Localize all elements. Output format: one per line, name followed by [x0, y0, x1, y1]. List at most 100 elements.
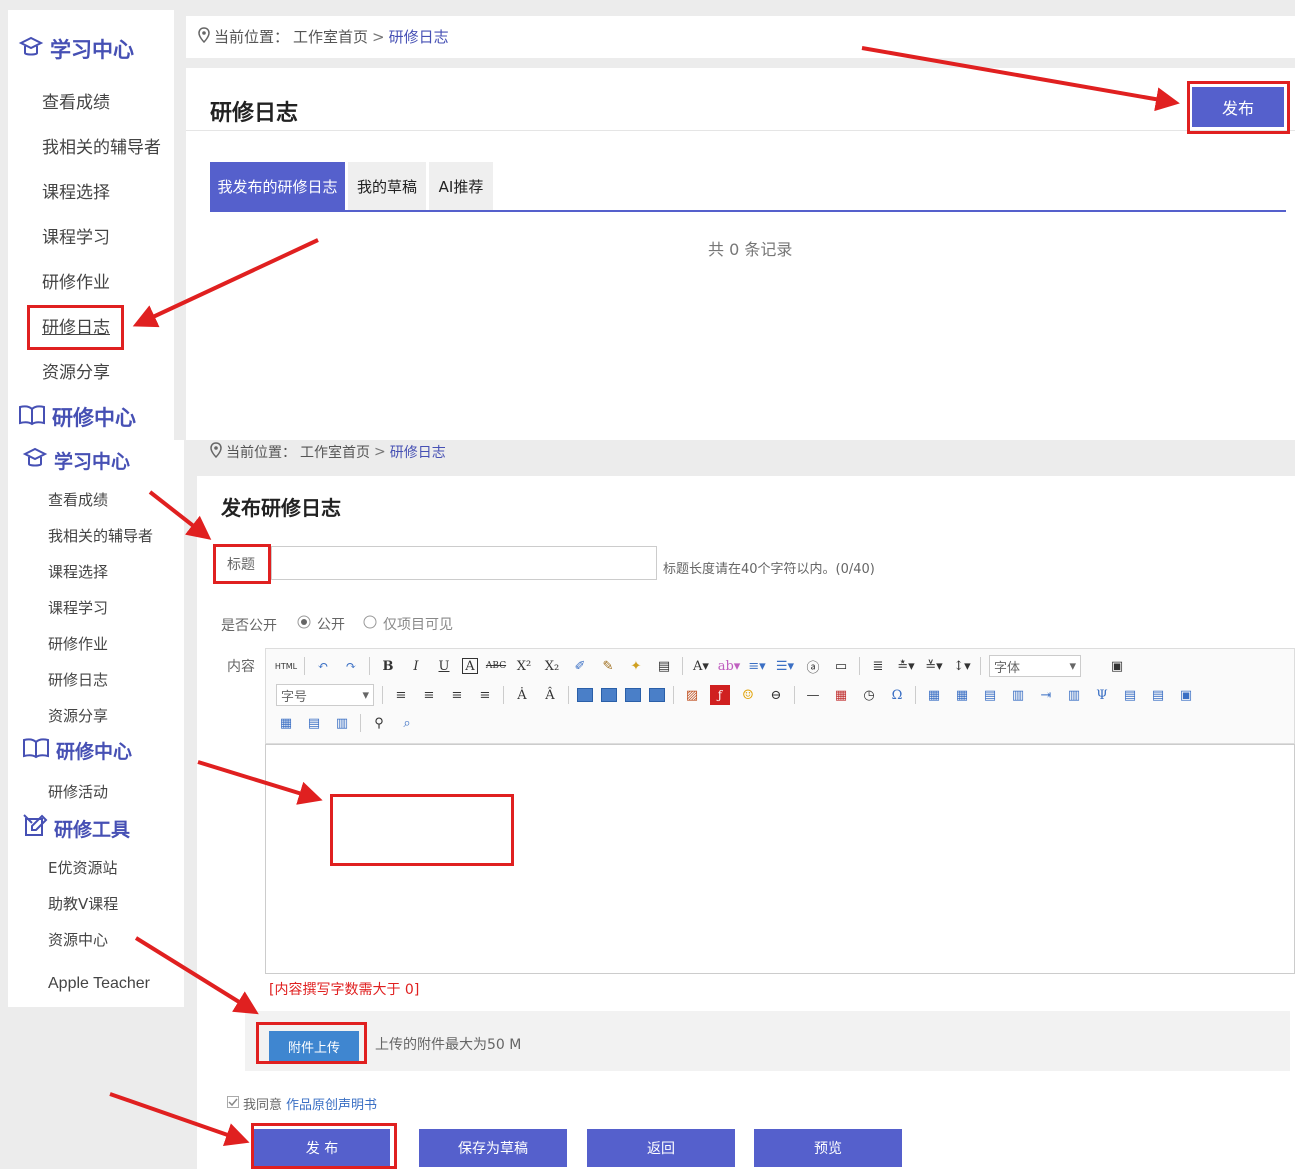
sidebar-item-resource-center[interactable]: 资源中心 [48, 929, 108, 950]
special-char-icon[interactable]: Ω [887, 685, 907, 705]
undo-icon[interactable]: ↶ [313, 656, 333, 676]
breadcrumb-home-link[interactable]: 工作室首页 [300, 442, 370, 462]
originality-statement-link[interactable]: 作品原创声明书 [286, 1094, 377, 1113]
sidebar-section-study[interactable]: 学习中心 [18, 34, 134, 64]
unordered-list-icon[interactable]: ☰▾ [775, 656, 795, 676]
horizontal-rule-icon[interactable]: — [803, 685, 823, 705]
insert-image-icon[interactable]: ▨ [682, 685, 702, 705]
image-left-icon[interactable] [577, 688, 593, 702]
flash-icon[interactable]: ƒ [710, 685, 730, 705]
preview-icon[interactable]: ⌕ [397, 713, 417, 733]
lowercase-icon[interactable]: Â [540, 685, 560, 705]
emoticon-icon[interactable]: ☺ [738, 685, 758, 705]
font-color-icon[interactable]: A▾ [691, 656, 711, 676]
upload-attachment-button[interactable]: 附件上传 [269, 1031, 359, 1061]
superscript-icon[interactable]: X² [514, 656, 534, 676]
sidebar-item-course-study[interactable]: 课程学习 [48, 597, 108, 618]
merge-cells-icon[interactable]: ▤ [1120, 685, 1140, 705]
align-right-icon[interactable]: ≡ [447, 685, 467, 705]
sidebar-item-apple-teacher[interactable]: Apple Teacher [48, 975, 150, 993]
sidebar-item-resource-share[interactable]: 资源分享 [48, 705, 108, 726]
delete-row-icon[interactable]: ▥ [1064, 685, 1084, 705]
line-height-icon[interactable]: ↕▾ [952, 656, 972, 676]
paragraph-spacing-top-icon[interactable]: ≛▾ [896, 656, 916, 676]
strikethrough-icon[interactable]: ABC [486, 656, 506, 676]
anchor-icon[interactable]: ⓐ [803, 656, 823, 676]
eraser-icon[interactable]: ✐ [570, 656, 590, 676]
align-left-icon[interactable]: ≡ [391, 685, 411, 705]
bold-icon[interactable]: B [378, 656, 398, 676]
paste-text-icon[interactable]: ▤ [654, 656, 674, 676]
sidebar-item-assistant-course[interactable]: 助教V课程 [48, 893, 118, 914]
align-justify-icon[interactable]: ≡ [475, 685, 495, 705]
breadcrumb-current[interactable]: 研修日志 [389, 26, 449, 47]
sidebar-item-journal[interactable]: 研修日志 [42, 313, 110, 338]
ordered-list-icon[interactable]: ≡▾ [747, 656, 767, 676]
sidebar-section-research[interactable]: 研修中心 [18, 402, 136, 432]
font-border-icon[interactable]: A [462, 658, 478, 674]
image-center-icon[interactable] [649, 688, 665, 702]
publish-button[interactable]: 发布 [1192, 87, 1284, 127]
title-input[interactable] [271, 546, 657, 580]
underline-icon[interactable]: U [434, 656, 454, 676]
sidebar-section-tools[interactable]: 研修工具 [22, 813, 130, 844]
redo-icon[interactable]: ↷ [341, 656, 361, 676]
italic-icon[interactable]: I [406, 656, 426, 676]
tab-my-drafts[interactable]: 我的草稿 [348, 162, 426, 210]
publish-submit-button[interactable]: 发 布 [254, 1129, 390, 1167]
search-replace-icon[interactable]: ⚲ [369, 713, 389, 733]
sidebar-section-study[interactable]: 学习中心 [22, 446, 130, 475]
subscript-icon[interactable]: X₂ [542, 656, 562, 676]
fullscreen-icon[interactable]: ▣ [1107, 656, 1127, 676]
date-icon[interactable]: ▦ [831, 685, 851, 705]
sidebar-item-grades[interactable]: 查看成绩 [48, 489, 108, 510]
table-title-icon[interactable]: ▤ [980, 685, 1000, 705]
align-center-icon[interactable]: ≡ [419, 685, 439, 705]
preview-button[interactable]: 预览 [754, 1129, 902, 1167]
breadcrumb-current[interactable]: 研修日志 [390, 442, 446, 462]
tab-my-journals[interactable]: 我发布的研修日志 [210, 162, 345, 210]
time-icon[interactable]: ◷ [859, 685, 879, 705]
tab-ai-recommend[interactable]: AI推荐 [429, 162, 493, 210]
sidebar-item-e-resource[interactable]: E优资源站 [48, 857, 117, 878]
insert-col-icon[interactable]: ⇥ [1036, 685, 1056, 705]
project-only-radio[interactable]: 仅项目可见 [363, 614, 453, 634]
sidebar-item-tutors[interactable]: 我相关的辅导者 [48, 525, 153, 546]
agree-checkbox[interactable]: 我同意 作品原创声明书 [227, 1094, 377, 1113]
content-editor[interactable] [265, 744, 1295, 974]
save-draft-button[interactable]: 保存为草稿 [419, 1129, 567, 1167]
public-radio[interactable]: 公开 [297, 614, 345, 634]
image-none-icon[interactable] [625, 688, 641, 702]
split-cells-icon[interactable]: ▦ [276, 713, 296, 733]
format-brush-icon[interactable]: ✎ [598, 656, 618, 676]
back-button[interactable]: 返回 [587, 1129, 735, 1167]
link-icon[interactable]: ⊖ [766, 685, 786, 705]
html-source-icon[interactable]: HTML [275, 656, 297, 676]
font-family-select[interactable]: 字体 ▾ [989, 655, 1081, 677]
sidebar-item-homework[interactable]: 研修作业 [48, 633, 108, 654]
uppercase-icon[interactable]: Ȧ [512, 685, 532, 705]
sidebar-item-grades[interactable]: 查看成绩 [42, 88, 110, 113]
image-right-icon[interactable] [601, 688, 617, 702]
sidebar-section-research[interactable]: 研修中心 [22, 737, 132, 764]
merge-down-icon[interactable]: ▣ [1176, 685, 1196, 705]
delete-table-icon[interactable]: ▦ [952, 685, 972, 705]
split-rows-icon[interactable]: ▤ [304, 713, 324, 733]
font-size-select[interactable]: 字号 ▾ [276, 684, 374, 706]
sidebar-item-tutors[interactable]: 我相关的辅导者 [42, 133, 161, 158]
breadcrumb-home-link[interactable]: 工作室首页 [293, 26, 368, 47]
split-cols-icon[interactable]: ▥ [332, 713, 352, 733]
table-icon[interactable]: ▦ [924, 685, 944, 705]
sidebar-item-resource-share[interactable]: 资源分享 [42, 358, 110, 383]
page-break-icon[interactable]: ▭ [831, 656, 851, 676]
auto-format-icon[interactable]: ✦ [626, 656, 646, 676]
sidebar-item-course-select[interactable]: 课程选择 [42, 178, 110, 203]
highlight-color-icon[interactable]: ab▾ [718, 656, 741, 676]
sidebar-item-research-activity[interactable]: 研修活动 [48, 781, 108, 802]
merge-right-icon[interactable]: ▤ [1148, 685, 1168, 705]
sidebar-item-course-study[interactable]: 课程学习 [42, 223, 110, 248]
indent-icon[interactable]: ≣ [868, 656, 888, 676]
sidebar-item-journal[interactable]: 研修日志 [48, 669, 108, 690]
paragraph-spacing-bottom-icon[interactable]: ≚▾ [924, 656, 944, 676]
sidebar-item-course-select[interactable]: 课程选择 [48, 561, 108, 582]
